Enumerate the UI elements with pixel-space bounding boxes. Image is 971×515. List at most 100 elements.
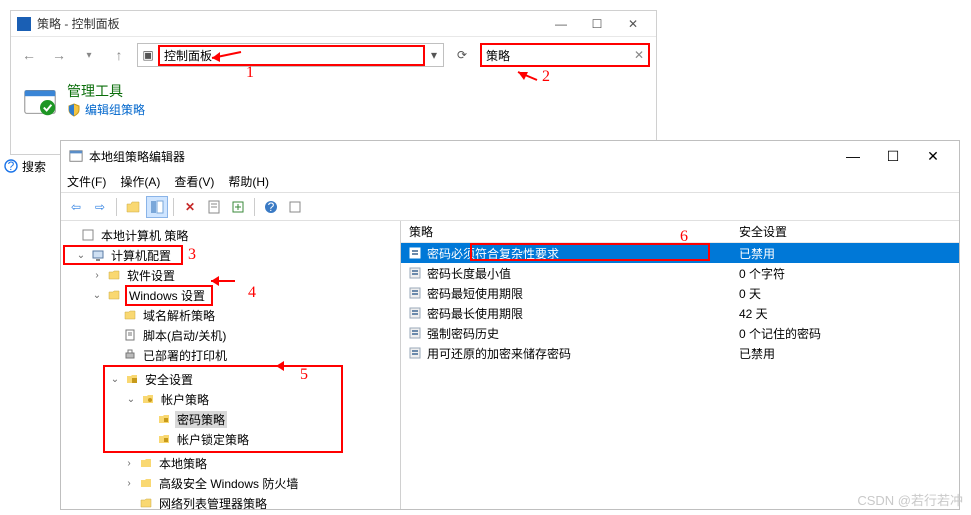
tree-nlm[interactable]: 网络列表管理器策略 — [63, 493, 398, 509]
menu-action[interactable]: 操作(A) — [120, 173, 160, 190]
tree-windows-settings[interactable]: ⌄ Windows 设置 — [63, 285, 398, 305]
printer-icon — [122, 347, 138, 363]
policy-row[interactable]: 密码长度最小值0 个字符 — [401, 263, 959, 283]
collapse-icon[interactable]: ⌄ — [91, 290, 103, 301]
collapse-icon[interactable]: ⌄ — [75, 250, 87, 261]
local-policy-folder-icon — [138, 455, 154, 471]
svg-text:?: ? — [268, 200, 275, 214]
collapse-icon[interactable]: ⌄ — [125, 394, 137, 405]
policy-row[interactable]: 密码最短使用期限0 天 — [401, 283, 959, 303]
svg-text:?: ? — [8, 159, 15, 173]
tree-password-policy[interactable]: 密码策略 — [105, 409, 341, 429]
control-panel-titlebar: 策略 - 控制面板 — ☐ ✕ — [11, 11, 656, 37]
category-text: 管理工具 编辑组策略 — [67, 81, 145, 118]
refresh-icon[interactable] — [284, 196, 306, 218]
tree-local-policies[interactable]: › 本地策略 — [63, 453, 398, 473]
window-controls: — ☐ ✕ — [544, 13, 650, 35]
policy-name: 密码必须符合复杂性要求 — [427, 245, 731, 262]
export-icon[interactable] — [227, 196, 249, 218]
address-text[interactable]: 控制面板 — [158, 45, 425, 66]
policy-value: 已禁用 — [731, 245, 959, 262]
history-dropdown[interactable]: ▾ — [77, 43, 101, 67]
folder-icon — [138, 495, 154, 509]
tree-scripts[interactable]: 脚本(启动/关机) — [63, 325, 398, 345]
menu-help[interactable]: 帮助(H) — [228, 173, 269, 190]
account-folder-icon — [140, 391, 156, 407]
policy-row[interactable]: 密码必须符合复杂性要求已禁用 — [401, 243, 959, 263]
maximize-button[interactable]: ☐ — [580, 13, 614, 35]
policy-value: 已禁用 — [731, 345, 959, 362]
policy-name: 强制密码历史 — [427, 325, 731, 342]
minimize-button[interactable]: — — [835, 143, 871, 169]
tree-computer-config[interactable]: ⌄ 计算机配置 — [63, 245, 183, 265]
policy-name: 密码长度最小值 — [427, 265, 731, 282]
computer-icon — [90, 247, 106, 263]
help-icon[interactable]: ? — [260, 196, 282, 218]
tree-printers[interactable]: 已部署的打印机 — [63, 345, 398, 365]
script-icon — [122, 327, 138, 343]
folder-icon — [106, 267, 122, 283]
show-hide-tree-icon[interactable] — [146, 196, 168, 218]
menu-file[interactable]: 文件(F) — [67, 173, 106, 190]
policy-item-icon — [407, 305, 423, 321]
gpedit-window: 本地组策略编辑器 — ☐ ✕ 文件(F) 操作(A) 查看(V) 帮助(H) ⇦… — [60, 140, 960, 510]
address-dropdown-icon[interactable]: ▾ — [425, 48, 443, 62]
expand-icon[interactable]: › — [91, 270, 103, 281]
gpedit-menubar: 文件(F) 操作(A) 查看(V) 帮助(H) — [61, 171, 959, 193]
admin-tools-icon — [21, 81, 59, 119]
expand-icon[interactable]: › — [123, 478, 135, 489]
list-header: 策略 安全设置 — [401, 221, 959, 243]
properties-icon[interactable] — [203, 196, 225, 218]
tree-root[interactable]: 本地计算机 策略 — [63, 225, 398, 245]
policy-name: 密码最短使用期限 — [427, 285, 731, 302]
address-icon: ▣ — [138, 48, 158, 62]
back-icon[interactable]: ⇦ — [65, 196, 87, 218]
minimize-button[interactable]: — — [544, 13, 578, 35]
edit-group-policy-link[interactable]: 编辑组策略 — [85, 101, 145, 118]
tree-software-settings[interactable]: › 软件设置 — [63, 265, 398, 285]
collapse-icon[interactable]: ⌄ — [109, 374, 121, 385]
gpedit-toolbar: ⇦ ⇨ ✕ ? — [61, 193, 959, 221]
control-panel-window: 策略 - 控制面板 — ☐ ✕ ← → ▾ ↑ ▣ 控制面板 ▾ ⟳ 策略 ✕ … — [10, 10, 657, 155]
policy-item-icon — [407, 265, 423, 281]
tree-firewall[interactable]: › 高级安全 Windows 防火墙 — [63, 473, 398, 493]
firewall-folder-icon — [138, 475, 154, 491]
tree-dns-policy[interactable]: 域名解析策略 — [63, 305, 398, 325]
refresh-button[interactable]: ⟳ — [450, 43, 474, 67]
policy-value: 0 个字符 — [731, 265, 959, 282]
policy-item-icon — [407, 325, 423, 341]
folder-icon — [122, 307, 138, 323]
list-pane[interactable]: 策略 安全设置 密码必须符合复杂性要求已禁用密码长度最小值0 个字符密码最短使用… — [401, 221, 959, 509]
clear-search-icon[interactable]: ✕ — [630, 48, 648, 62]
policy-row[interactable]: 密码最长使用期限42 天 — [401, 303, 959, 323]
close-button[interactable]: ✕ — [915, 143, 951, 169]
expand-icon[interactable]: › — [123, 458, 135, 469]
maximize-button[interactable]: ☐ — [875, 143, 911, 169]
close-button[interactable]: ✕ — [616, 13, 650, 35]
search-text[interactable]: 策略 — [482, 47, 630, 64]
delete-icon[interactable]: ✕ — [179, 196, 201, 218]
policy-value: 42 天 — [731, 305, 959, 322]
policy-row[interactable]: 用可还原的加密来储存密码已禁用 — [401, 343, 959, 363]
gpedit-titlebar: 本地组策略编辑器 — ☐ ✕ — [61, 141, 959, 171]
tree-pane[interactable]: 本地计算机 策略 ⌄ 计算机配置 › 软件设置 ⌄ Windows 设置 域名解… — [61, 221, 401, 509]
back-button[interactable]: ← — [17, 43, 41, 67]
menu-view[interactable]: 查看(V) — [174, 173, 214, 190]
address-bar[interactable]: ▣ 控制面板 ▾ — [137, 43, 444, 67]
policy-icon — [80, 227, 96, 243]
control-panel-body: 管理工具 编辑组策略 — [11, 73, 656, 127]
up-folder-icon[interactable] — [122, 196, 144, 218]
forward-button[interactable]: → — [47, 43, 71, 67]
forward-icon[interactable]: ⇨ — [89, 196, 111, 218]
tree-lockout-policy[interactable]: 帐户锁定策略 — [105, 429, 341, 449]
header-policy[interactable]: 策略 — [401, 223, 731, 240]
tree-security-settings[interactable]: ⌄ 安全设置 — [105, 369, 341, 389]
policy-row[interactable]: 强制密码历史0 个记住的密码 — [401, 323, 959, 343]
policy-item-icon — [407, 245, 423, 261]
header-setting[interactable]: 安全设置 — [731, 223, 959, 240]
up-button[interactable]: ↑ — [107, 43, 131, 67]
policy-value: 0 个记住的密码 — [731, 325, 959, 342]
policy-name: 密码最长使用期限 — [427, 305, 731, 322]
search-box[interactable]: 策略 ✕ — [480, 43, 650, 67]
tree-account-policies[interactable]: ⌄ 帐户策略 — [105, 389, 341, 409]
